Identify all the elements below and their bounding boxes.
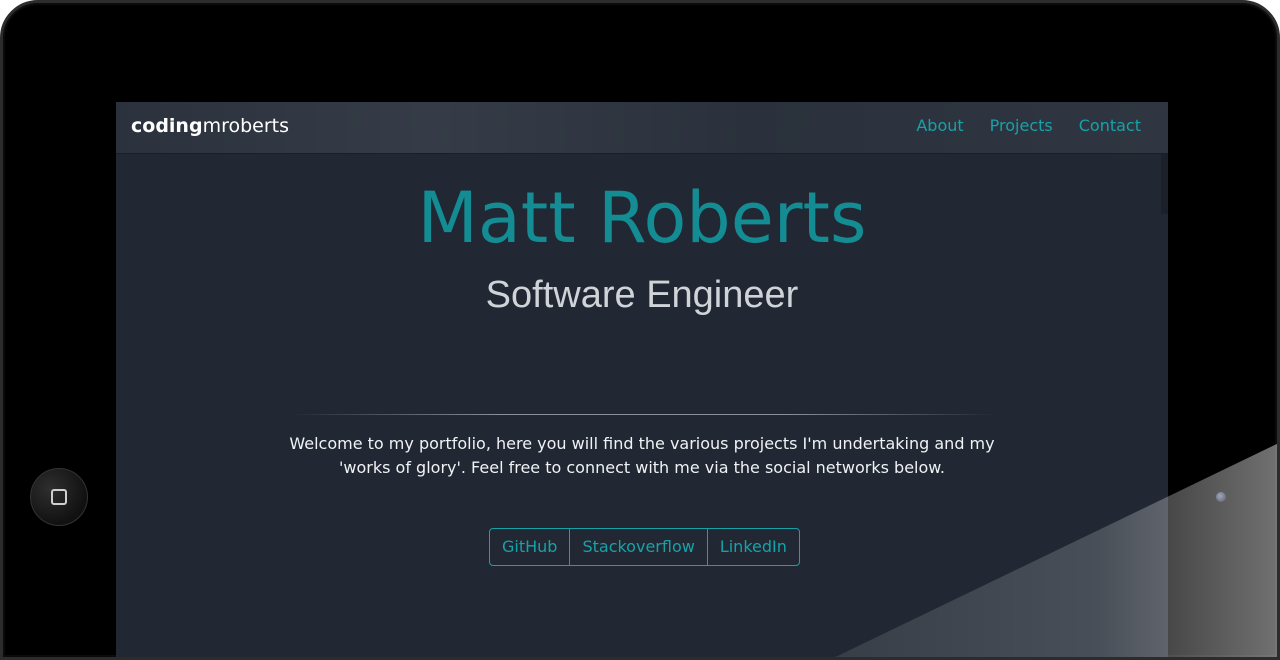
stackoverflow-button[interactable]: Stackoverflow — [570, 529, 708, 565]
linkedin-button[interactable]: LinkedIn — [708, 529, 799, 565]
navbar: codingmroberts About Projects Contact — [116, 102, 1168, 154]
welcome-line-1: Welcome to my portfolio, here you will f… — [289, 434, 995, 453]
brand-bold-text: coding — [131, 115, 203, 137]
social-button-group: GitHub Stackoverflow LinkedIn — [489, 528, 800, 566]
hero-name: Matt Roberts — [417, 177, 867, 259]
browser-screen: codingmroberts About Projects Contact Ma… — [116, 102, 1168, 657]
nav-link-about[interactable]: About — [916, 116, 963, 136]
home-square-icon — [51, 489, 67, 505]
welcome-text: Welcome to my portfolio, here you will f… — [266, 432, 1018, 480]
tablet-frame: codingmroberts About Projects Contact Ma… — [0, 0, 1280, 660]
nav-link-contact[interactable]: Contact — [1079, 116, 1141, 136]
brand-logo[interactable]: codingmroberts — [131, 114, 289, 138]
hero-role: Software Engineer — [485, 274, 799, 316]
nav-links: About Projects Contact — [916, 116, 1141, 136]
welcome-line-2: 'works of glory'. Feel free to connect w… — [339, 458, 945, 477]
camera-icon — [1216, 492, 1226, 502]
brand-rest-text: mroberts — [202, 115, 289, 137]
divider — [291, 414, 996, 415]
github-button[interactable]: GitHub — [490, 529, 571, 565]
nav-link-projects[interactable]: Projects — [990, 116, 1053, 136]
home-button[interactable] — [30, 468, 88, 526]
